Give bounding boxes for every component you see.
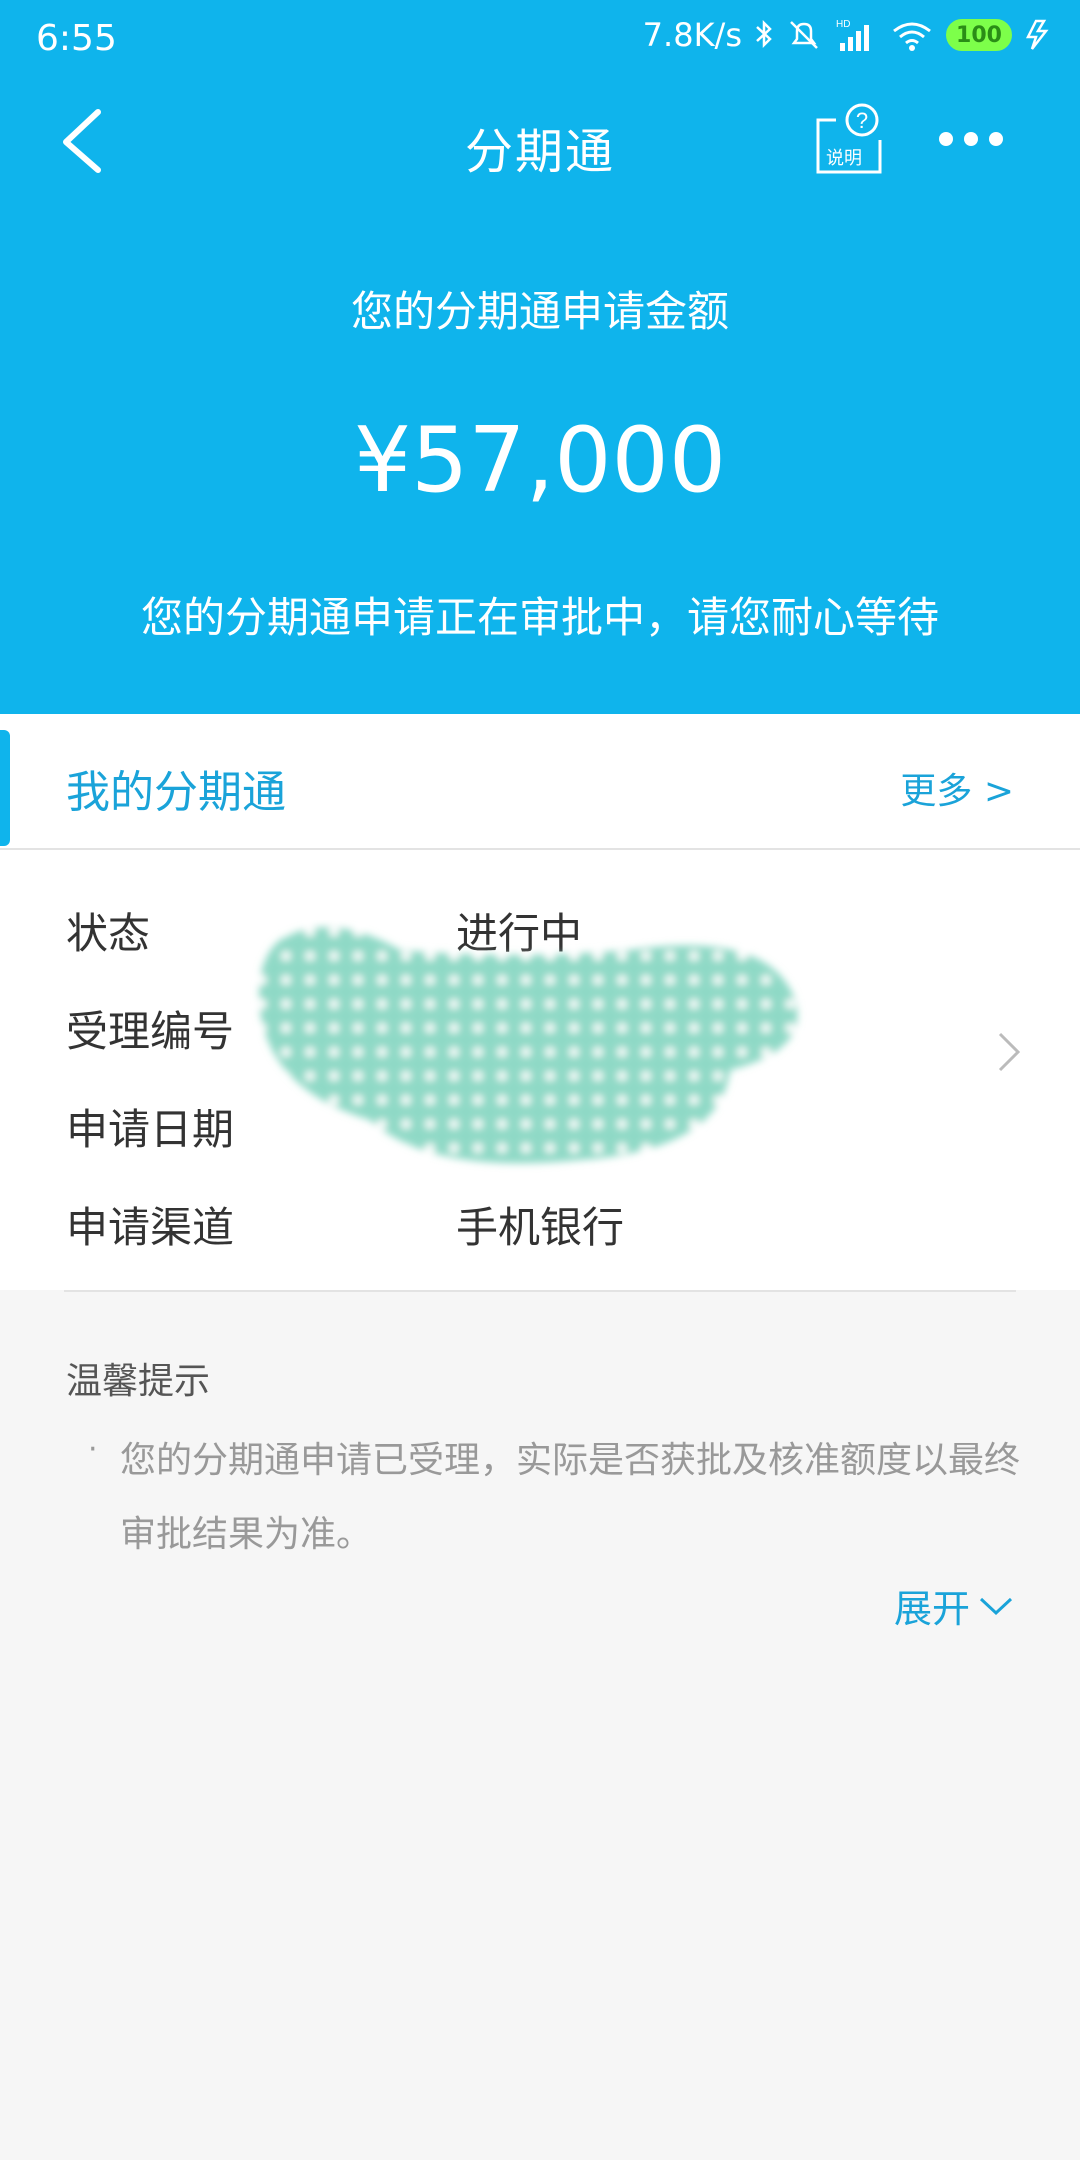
nav-bar: 分期通 ? 说明 — [0, 100, 1080, 184]
status-icons: 7.8K/s HD 100 — [643, 16, 1054, 54]
bluetooth-icon — [756, 19, 772, 49]
battery-level: 100 — [956, 22, 1002, 48]
svg-text:?: ? — [856, 108, 868, 133]
status-bar: 6:55 7.8K/s HD 100 — [0, 0, 1080, 76]
battery-indicator: 100 — [946, 19, 1012, 51]
status-time: 6:55 — [36, 18, 117, 59]
tips-bullet: · — [88, 1432, 98, 1467]
card-accent-bar — [0, 730, 10, 846]
expand-button[interactable]: 展开 — [894, 1578, 1014, 1633]
row-label: 受理编号 — [66, 1007, 235, 1056]
page-title: 分期通 — [464, 124, 615, 180]
amount-caption: 您的分期通申请金额 — [350, 287, 729, 336]
header-hero: 6:55 7.8K/s HD 100 分期通 ? 说明 您的分期通申请金额 ¥5… — [0, 0, 1080, 714]
application-amount: ¥57,000 — [353, 408, 727, 513]
approval-status-note: 您的分期通申请正在审批中，请您耐心等待 — [140, 593, 939, 642]
row-channel[interactable]: 申请渠道 手机银行 — [66, 1194, 1016, 1274]
help-label: 说明 — [826, 148, 862, 169]
expand-label: 展开 — [893, 1587, 970, 1631]
tips-title: 温馨提示 — [66, 1361, 211, 1402]
charging-icon — [1025, 19, 1049, 50]
net-speed: 7.8K/s — [642, 16, 742, 54]
card-header: 我的分期通 更多 > — [0, 714, 1080, 850]
chevron-down-icon — [979, 1597, 1013, 1615]
row-label: 申请渠道 — [66, 1203, 235, 1252]
signal-icon: HD — [836, 19, 869, 51]
more-link[interactable]: 更多 > — [900, 762, 1014, 814]
tips-text: 您的分期通申请已受理，实际是否获批及核准额度以最终审批结果为准。 — [120, 1440, 1021, 1555]
app-screen: 6:55 7.8K/s HD 100 分期通 ? 说明 您的分期通申请金额 ¥5… — [0, 0, 1080, 2160]
row-label: 状态 — [66, 909, 151, 958]
divider — [64, 1290, 1016, 1292]
chevron-right-icon[interactable] — [996, 1030, 1022, 1074]
help-button[interactable]: ? 说明 — [814, 100, 886, 176]
mute-bell-icon — [790, 21, 818, 49]
card-title: 我的分期通 — [66, 767, 286, 818]
privacy-mask-blob — [259, 927, 798, 1164]
row-value: 手机银行 — [456, 1203, 625, 1252]
more-dots-icon[interactable] — [938, 124, 1004, 154]
wifi-icon — [893, 22, 931, 51]
svg-text:HD: HD — [836, 19, 850, 30]
row-label: 申请日期 — [66, 1105, 235, 1154]
